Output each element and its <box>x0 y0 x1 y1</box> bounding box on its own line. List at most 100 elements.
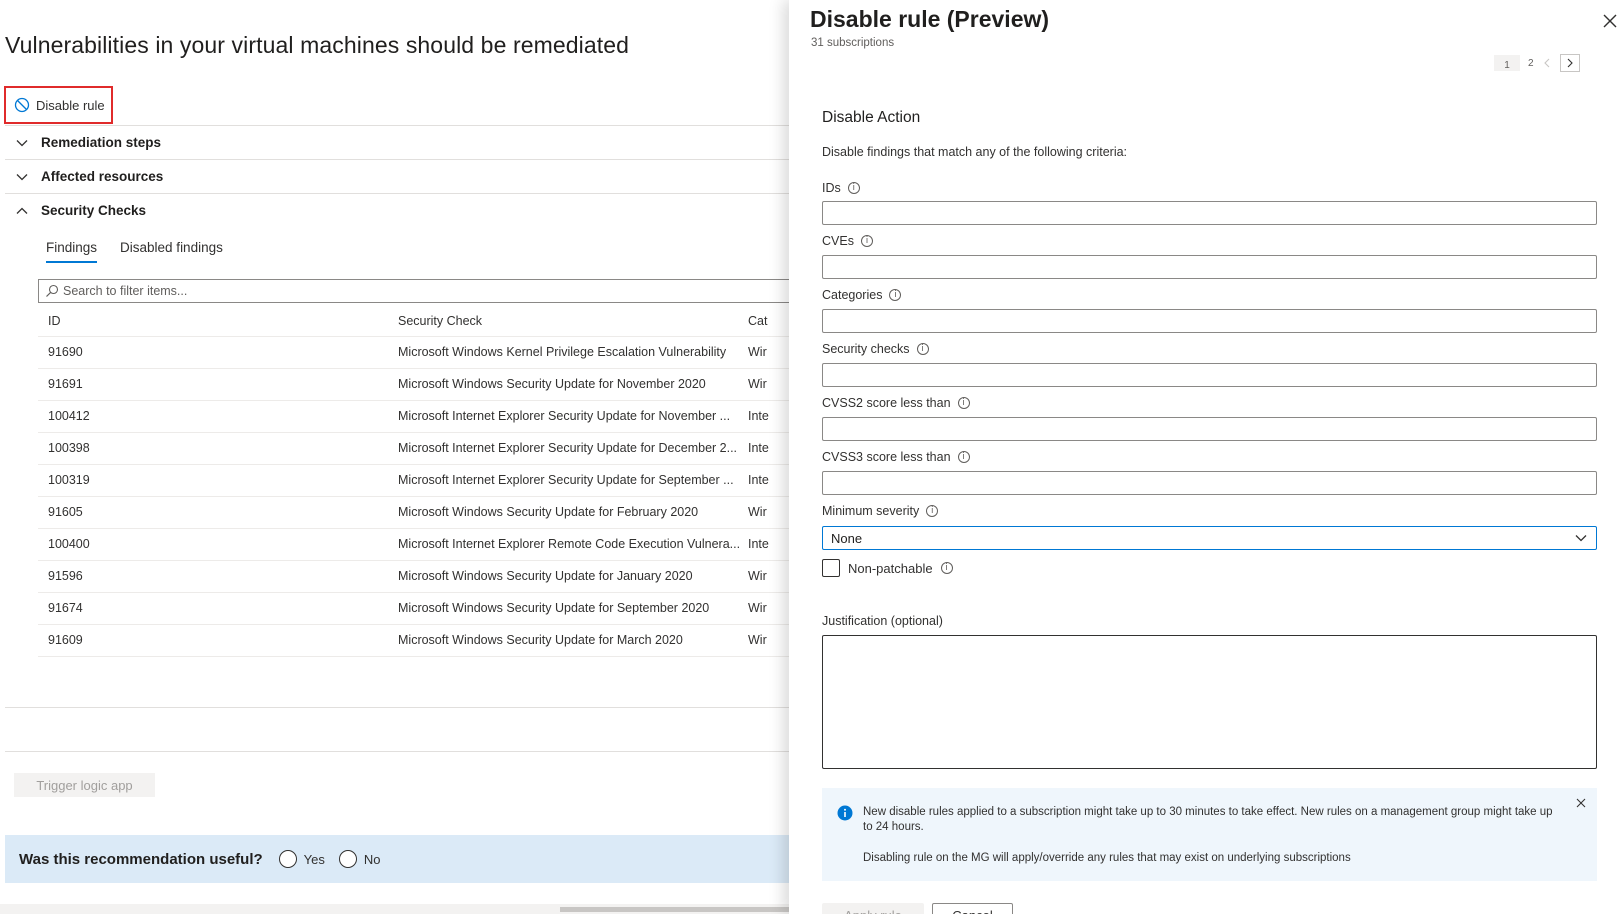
panel-subtitle: 31 subscriptions <box>811 37 895 49</box>
table-header: ID Security Check Cat <box>38 305 795 337</box>
trigger-logic-app-button[interactable]: Trigger logic app <box>14 773 155 797</box>
section-remediation-steps[interactable]: Remediation steps <box>5 125 795 159</box>
cell-security-check: Microsoft Internet Explorer Security Upd… <box>398 409 731 423</box>
field-label-text: Justification (optional) <box>822 614 943 628</box>
table-row[interactable]: 100398 Microsoft Internet Explorer Secur… <box>38 433 795 465</box>
search-input[interactable] <box>63 284 763 298</box>
chevron-up-icon <box>16 207 28 214</box>
table-row[interactable]: 91690 Microsoft Windows Kernel Privilege… <box>38 337 795 369</box>
categories-label: Categories i <box>822 288 902 302</box>
cell-id: 100400 <box>48 537 90 551</box>
section-label: Affected resources <box>41 169 164 184</box>
justification-field[interactable] <box>822 635 1597 769</box>
cell-security-check: Microsoft Windows Security Update for Ja… <box>398 569 693 583</box>
cell-security-check: Microsoft Windows Security Update for Fe… <box>398 505 699 519</box>
disable-rule-label: Disable rule <box>36 97 105 113</box>
section-label: Security Checks <box>41 203 147 218</box>
table-row[interactable]: 100400 Microsoft Internet Explorer Remot… <box>38 529 795 561</box>
field-label-text: CVEs <box>822 234 854 248</box>
feedback-yes-radio[interactable]: Yes <box>278 850 325 868</box>
close-icon[interactable] <box>1601 12 1619 30</box>
security-checks-field[interactable] <box>822 363 1597 387</box>
block-icon <box>14 97 30 113</box>
ids-label: IDs i <box>822 181 860 195</box>
checkbox-box <box>822 559 840 577</box>
cell-id: 100412 <box>48 409 90 423</box>
info-icon[interactable]: i <box>847 182 860 194</box>
security-checks-tabs: Findings Disabled findings <box>46 240 223 263</box>
cell-category: Wir <box>748 633 767 647</box>
column-header-category[interactable]: Cat <box>748 314 767 328</box>
chevron-down-icon <box>16 173 28 180</box>
cell-category: Inte <box>748 441 769 455</box>
table-row[interactable]: 91596 Microsoft Windows Security Update … <box>38 561 795 593</box>
cvss2-score-field[interactable] <box>822 417 1597 441</box>
info-icon[interactable]: i <box>957 397 970 409</box>
table-row[interactable]: 91691 Microsoft Windows Security Update … <box>38 369 795 401</box>
non-patchable-checkbox[interactable]: Non-patchable i <box>822 559 953 577</box>
info-icon[interactable]: i <box>916 343 929 355</box>
cell-id: 91605 <box>48 505 83 519</box>
search-icon <box>46 284 59 297</box>
column-header-security-check[interactable]: Security Check <box>398 314 482 328</box>
info-icon[interactable]: i <box>957 451 970 463</box>
field-label-text: CVSS3 score less than <box>822 450 951 464</box>
table-row[interactable]: 100319 Microsoft Internet Explorer Secur… <box>38 465 795 497</box>
section-affected-resources[interactable]: Affected resources <box>5 159 795 193</box>
tab-disabled-findings[interactable]: Disabled findings <box>120 240 223 263</box>
cell-security-check: Microsoft Windows Security Update for No… <box>398 377 706 391</box>
feedback-question: Was this recommendation useful? <box>19 850 263 868</box>
pager-next-button[interactable] <box>1559 54 1580 72</box>
table-row[interactable]: 91609 Microsoft Windows Security Update … <box>38 625 795 657</box>
table-row[interactable]: 100412 Microsoft Internet Explorer Secur… <box>38 401 795 433</box>
radio-circle <box>338 850 357 868</box>
cell-security-check: Microsoft Internet Explorer Security Upd… <box>398 473 734 487</box>
justification-label: Justification (optional) <box>822 614 943 628</box>
feedback-no-radio[interactable]: No <box>338 850 381 868</box>
pager-page-1[interactable]: 1 <box>1494 55 1520 71</box>
section-security-checks[interactable]: Security Checks <box>5 193 795 227</box>
field-label-text: IDs <box>822 181 841 195</box>
cell-security-check: Microsoft Internet Explorer Security Upd… <box>398 441 738 455</box>
cell-id: 91596 <box>48 569 83 583</box>
cell-security-check: Microsoft Windows Security Update for Se… <box>398 601 710 615</box>
cell-id: 91691 <box>48 377 83 391</box>
column-header-id[interactable]: ID <box>48 314 61 328</box>
disable-rule-panel: Disable rule (Preview) 31 subscriptions … <box>789 0 1624 914</box>
recommendation-page: Vulnerabilities in your virtual machines… <box>0 0 795 914</box>
chevron-left-icon[interactable] <box>1542 58 1552 68</box>
info-icon[interactable]: i <box>889 289 902 301</box>
cell-security-check: Microsoft Internet Explorer Remote Code … <box>398 537 741 551</box>
categories-field[interactable] <box>822 309 1597 333</box>
cell-category: Inte <box>748 537 769 551</box>
disable-rule-button[interactable]: Disable rule <box>4 86 113 124</box>
feedback-bar: Was this recommendation useful? Yes No <box>5 835 795 883</box>
cell-id: 91609 <box>48 633 83 647</box>
cancel-button[interactable]: Cancel <box>932 903 1013 914</box>
horizontal-scrollbar[interactable] <box>0 904 795 914</box>
pager-page-2[interactable]: 2 <box>1528 58 1534 69</box>
minimum-severity-dropdown[interactable]: None <box>822 526 1597 550</box>
disable-action-heading: Disable Action <box>822 109 921 126</box>
chevron-down-icon <box>1575 535 1587 542</box>
field-label-text: Categories <box>822 288 883 302</box>
apply-rule-button[interactable]: Apply rule <box>822 903 924 914</box>
cves-label: CVEs i <box>822 234 873 248</box>
info-icon[interactable]: i <box>860 235 873 247</box>
cvss3-label: CVSS3 score less than i <box>822 450 970 464</box>
close-icon[interactable] <box>1576 798 1586 808</box>
cvss3-score-field[interactable] <box>822 471 1597 495</box>
cell-security-check: Microsoft Windows Security Update for Ma… <box>398 633 683 647</box>
info-icon[interactable]: i <box>926 505 939 517</box>
tab-findings[interactable]: Findings <box>46 240 98 263</box>
radio-circle <box>278 850 297 868</box>
security-checks-label: Security checks i <box>822 342 929 356</box>
cves-field[interactable] <box>822 255 1597 279</box>
info-icon[interactable]: i <box>940 562 953 574</box>
table-row[interactable]: 91674 Microsoft Windows Security Update … <box>38 593 795 625</box>
cell-category: Wir <box>748 505 767 519</box>
scrollbar-thumb[interactable] <box>560 907 790 912</box>
ids-field[interactable] <box>822 201 1597 225</box>
cell-category: Inte <box>748 473 769 487</box>
table-row[interactable]: 91605 Microsoft Windows Security Update … <box>38 497 795 529</box>
